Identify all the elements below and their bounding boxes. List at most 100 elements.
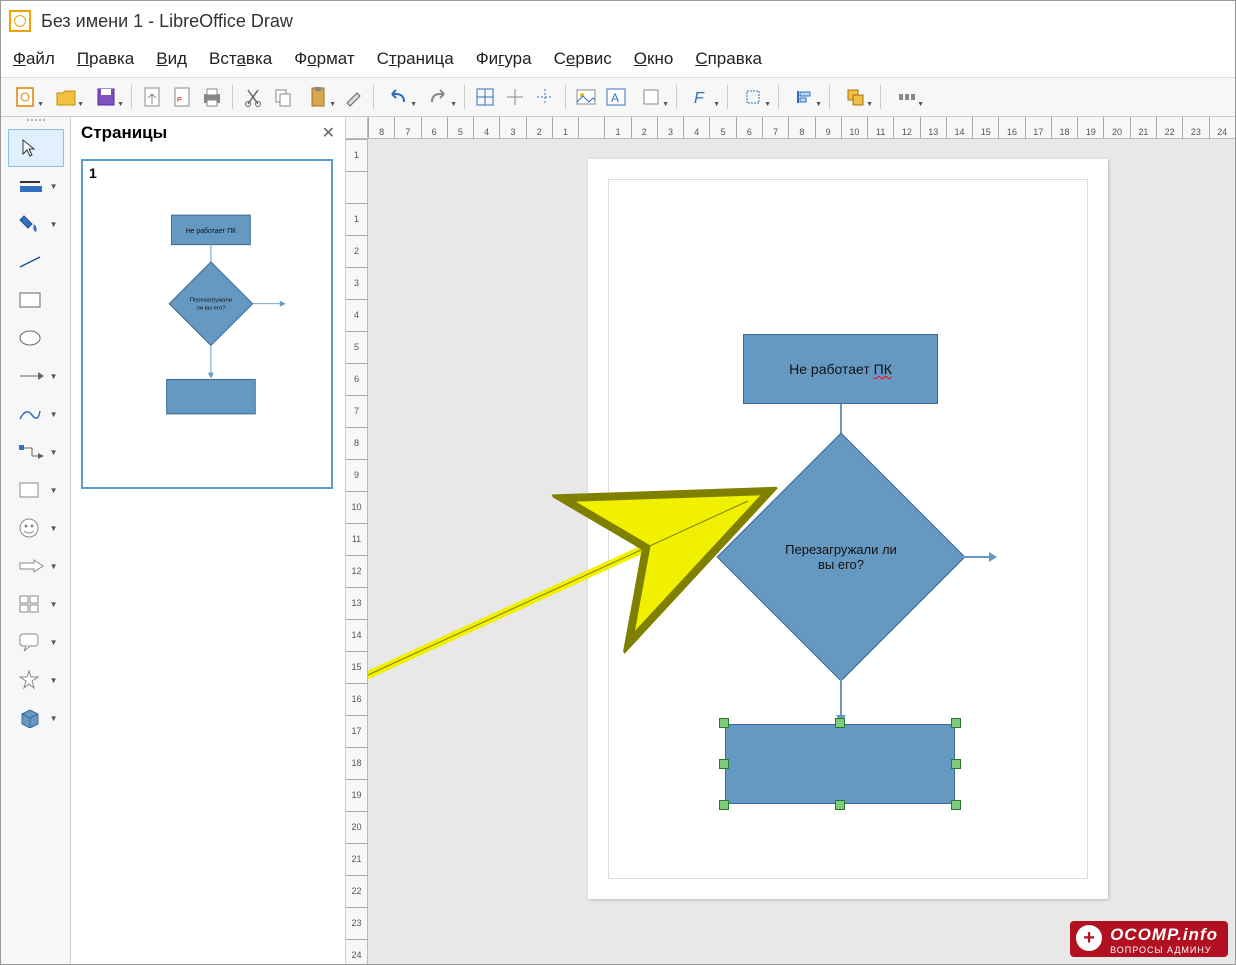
- svg-text:P: P: [177, 97, 182, 104]
- ruler-corner: [346, 117, 368, 139]
- page-thumbnail[interactable]: 1 Не работает ПК Перезагружали ли вы его…: [81, 159, 333, 489]
- arrowhead-icon: [989, 552, 997, 562]
- plus-icon: +: [1076, 925, 1102, 951]
- 3d-shapes-tool[interactable]: ▼: [8, 699, 64, 737]
- connector-tool[interactable]: ▼: [8, 433, 64, 471]
- menu-help[interactable]: Справка: [695, 49, 762, 69]
- close-icon[interactable]: ✕: [322, 123, 335, 143]
- menu-view[interactable]: Вид: [156, 49, 187, 69]
- grid-button[interactable]: [471, 83, 499, 111]
- callout-shapes-tool[interactable]: ▼: [8, 623, 64, 661]
- fill-color-tool[interactable]: ▼: [8, 205, 64, 243]
- paste-button[interactable]: ▼: [299, 83, 337, 111]
- menu-insert[interactable]: Вставка: [209, 49, 272, 69]
- vertical-ruler[interactable]: 1123456789101112131415161718192021222324…: [346, 139, 368, 964]
- basic-shapes-tool[interactable]: ▼: [8, 471, 64, 509]
- shape-text: Не работает ПК: [789, 361, 892, 377]
- drawing-page[interactable]: Не работает ПК Перезагружали ли вы его?: [588, 159, 1108, 899]
- new-button[interactable]: ▼: [7, 83, 45, 111]
- flowchart-decision-shape[interactable]: Перезагружали ли вы его?: [753, 469, 929, 645]
- flowchart-connector[interactable]: [840, 645, 842, 717]
- canvas-viewport[interactable]: Не работает ПК Перезагружали ли вы его?: [368, 139, 1235, 964]
- watermark: + OCOMP.info ВОПРОСЫ АДМИНУ: [1070, 921, 1228, 957]
- print-button[interactable]: [198, 83, 226, 111]
- selection-handle[interactable]: [719, 759, 729, 769]
- selection-handle[interactable]: [835, 718, 845, 728]
- align-button[interactable]: ▼: [785, 83, 823, 111]
- svg-text:A: A: [611, 91, 619, 105]
- standard-toolbar: ▼ ▼ ▼ P ▼ ▼ ▼ A ▼ F▼ ▼ ▼ ▼ ▼: [1, 77, 1235, 117]
- snap-grid-button[interactable]: [501, 83, 529, 111]
- redo-button[interactable]: ▼: [420, 83, 458, 111]
- selection-handle[interactable]: [951, 759, 961, 769]
- menu-bar: Файл Правка Вид Вставка Формат Страница …: [1, 41, 1235, 77]
- thumbnail-preview: Не работает ПК Перезагружали ли вы его?: [83, 161, 331, 486]
- watermark-sub: ВОПРОСЫ АДМИНУ: [1110, 945, 1218, 955]
- selection-handle[interactable]: [719, 800, 729, 810]
- open-button[interactable]: ▼: [47, 83, 85, 111]
- arrow-line-tool[interactable]: ▼: [8, 357, 64, 395]
- insert-special-button[interactable]: ▼: [632, 83, 670, 111]
- separator: [778, 85, 779, 109]
- flowchart-connector[interactable]: [929, 556, 991, 558]
- separator: [232, 85, 233, 109]
- canvas-area: 8765432112345678910111213141516171819202…: [346, 117, 1235, 964]
- main-area: ▼ ▼ ▼ ▼ ▼ ▼ ▼ ▼ ▼ ▼ ▼ ▼ Страницы ✕ 1 Не …: [1, 117, 1235, 964]
- selection-handle[interactable]: [951, 718, 961, 728]
- svg-text:ли вы его?: ли вы его?: [196, 306, 226, 312]
- pages-panel: Страницы ✕ 1 Не работает ПК Перезагружал…: [71, 117, 346, 964]
- svg-text:Не работает ПК: Не работает ПК: [186, 227, 236, 235]
- format-paintbrush-button[interactable]: [339, 83, 367, 111]
- svg-text:F: F: [694, 90, 705, 107]
- window-title: Без имени 1 - LibreOffice Draw: [41, 11, 293, 32]
- symbol-shapes-tool[interactable]: ▼: [8, 509, 64, 547]
- menu-edit[interactable]: Правка: [77, 49, 134, 69]
- separator: [464, 85, 465, 109]
- undo-button[interactable]: ▼: [380, 83, 418, 111]
- export-pdf-button[interactable]: P: [168, 83, 196, 111]
- separator: [373, 85, 374, 109]
- rectangle-tool[interactable]: [8, 281, 64, 319]
- arrange-button[interactable]: ▼: [836, 83, 874, 111]
- menu-file[interactable]: Файл: [13, 49, 55, 69]
- tools-palette: ▼ ▼ ▼ ▼ ▼ ▼ ▼ ▼ ▼ ▼ ▼ ▼: [1, 117, 71, 964]
- curve-tool[interactable]: ▼: [8, 395, 64, 433]
- menu-format[interactable]: Формат: [294, 49, 354, 69]
- fontwork-button[interactable]: F▼: [683, 83, 721, 111]
- select-tool[interactable]: [8, 129, 64, 167]
- menu-window[interactable]: Окно: [634, 49, 674, 69]
- insert-image-button[interactable]: [572, 83, 600, 111]
- insert-textbox-button[interactable]: A: [602, 83, 630, 111]
- separator: [727, 85, 728, 109]
- shape-text: Перезагружали ли вы его?: [783, 542, 899, 572]
- menu-tools[interactable]: Сервис: [554, 49, 612, 69]
- separator: [829, 85, 830, 109]
- menu-page[interactable]: Страница: [377, 49, 454, 69]
- separator: [880, 85, 881, 109]
- selection-handle[interactable]: [835, 800, 845, 810]
- separator: [131, 85, 132, 109]
- line-tool[interactable]: [8, 243, 64, 281]
- copy-button[interactable]: [269, 83, 297, 111]
- menu-shape[interactable]: Фигура: [476, 49, 532, 69]
- watermark-main: OCOMP.info: [1110, 925, 1218, 945]
- selection-handle[interactable]: [951, 800, 961, 810]
- svg-text:Перезагружали: Перезагружали: [190, 298, 232, 304]
- line-color-tool[interactable]: ▼: [8, 167, 64, 205]
- flowchart-shapes-tool[interactable]: ▼: [8, 585, 64, 623]
- save-button[interactable]: ▼: [87, 83, 125, 111]
- block-arrows-tool[interactable]: ▼: [8, 547, 64, 585]
- horizontal-ruler[interactable]: 8765432112345678910111213141516171819202…: [368, 117, 1235, 139]
- star-shapes-tool[interactable]: ▼: [8, 661, 64, 699]
- distribute-button[interactable]: ▼: [887, 83, 925, 111]
- transform-button[interactable]: ▼: [734, 83, 772, 111]
- selection-handle[interactable]: [719, 718, 729, 728]
- palette-grip[interactable]: [11, 119, 61, 125]
- export-button[interactable]: [138, 83, 166, 111]
- cut-button[interactable]: [239, 83, 267, 111]
- guides-button[interactable]: [531, 83, 559, 111]
- flowchart-process-shape[interactable]: Не работает ПК: [743, 334, 938, 404]
- ellipse-tool[interactable]: [8, 319, 64, 357]
- pages-panel-header: Страницы ✕: [71, 117, 345, 149]
- flowchart-process-shape-selected[interactable]: [725, 724, 955, 804]
